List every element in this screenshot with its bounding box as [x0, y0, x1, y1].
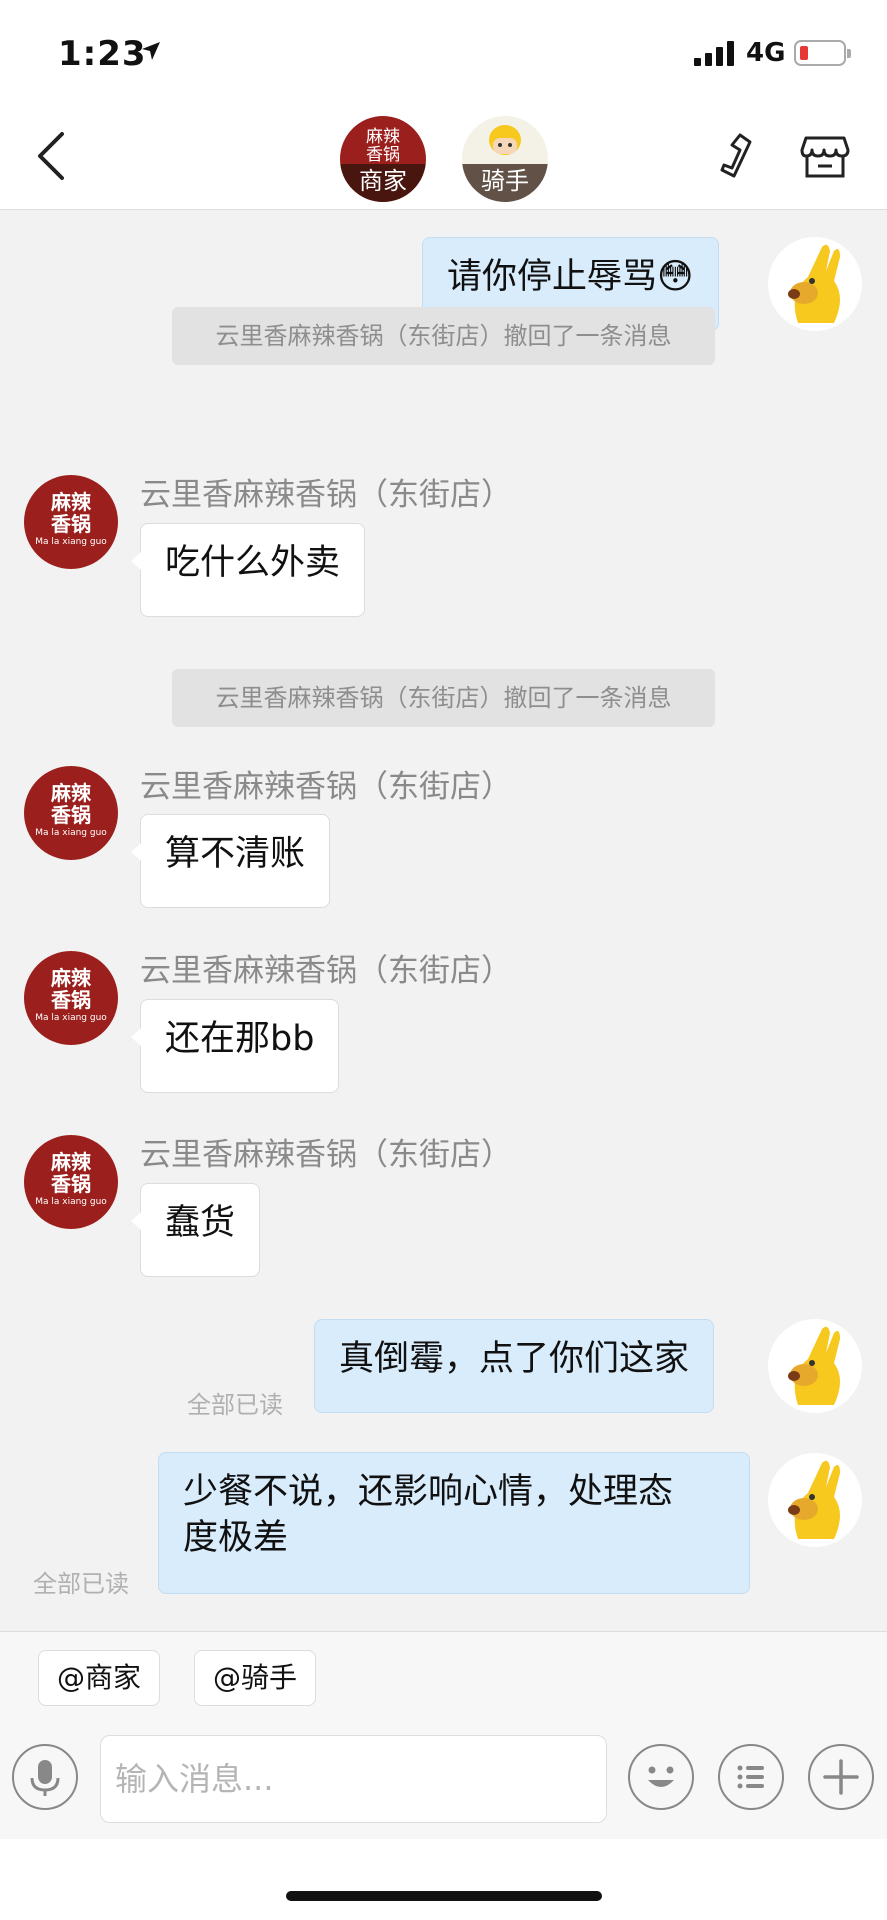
merchant-avatar-pinyin: Ma la xiang guo [35, 1197, 107, 1207]
merchant-message-bubble[interactable]: 吃什么外卖 [130, 523, 366, 617]
list-icon [737, 1765, 764, 1789]
user-avatar[interactable] [768, 237, 862, 331]
user-avatar[interactable] [768, 1319, 862, 1413]
network-label: 4G [746, 38, 786, 68]
merchant-avatar-pinyin: Ma la xiang guo [35, 828, 107, 838]
mention-merchant-button[interactable]: @商家 [38, 1650, 161, 1706]
user-avatar[interactable] [768, 1453, 862, 1547]
merchant-message-bubble[interactable]: 还在那bb [130, 999, 340, 1093]
back-arrow-icon[interactable] [30, 128, 80, 184]
plus-icon [823, 1759, 859, 1795]
rider-helmet-icon [489, 125, 521, 155]
phone-icon[interactable] [710, 132, 754, 182]
home-indicator-area [0, 1839, 887, 1920]
battery-icon [794, 40, 851, 66]
chat-area[interactable]: 请你停止辱骂😳 全部已读 云里香麻辣香锅（东街店）撤回了一条消息 麻辣香锅 Ma… [0, 211, 887, 1631]
merchant-avatar-pinyin: Ma la xiang guo [35, 1013, 107, 1023]
merchant-avatar[interactable]: 麻辣 香锅 Ma la xiang guo [24, 1135, 118, 1229]
microphone-icon [30, 1760, 60, 1796]
recall-notice: 云里香麻辣香锅（东街店）撤回了一条消息 [172, 669, 715, 727]
merchant-tab-label: 商家 [340, 164, 426, 202]
merchant-avatar[interactable]: 麻辣 香锅 Ma la xiang guo [24, 951, 118, 1045]
rider-avatar-tab[interactable]: 骑手 [462, 116, 548, 202]
merchant-message-bubble[interactable]: 算不清账 [130, 814, 331, 908]
mention-rider-button[interactable]: @骑手 [194, 1650, 317, 1706]
merchant-avatar-zh: 麻辣 香锅 [51, 966, 91, 1012]
home-indicator[interactable] [286, 1891, 602, 1901]
merchant-avatar-zh: 麻辣 香锅 [51, 1150, 91, 1196]
my-message-bubble[interactable]: 真倒霉，点了你们这家 [314, 1319, 715, 1413]
smiley-icon [648, 1766, 674, 1787]
more-button[interactable] [808, 1744, 874, 1810]
message-input[interactable]: 输入消息... [100, 1735, 607, 1823]
sender-name: 云里香麻辣香锅（东街店） [140, 1137, 512, 1173]
status-time: 1:23 [58, 34, 147, 74]
quick-reply-button[interactable] [718, 1744, 784, 1810]
message-line: 少餐不说，还影响心情，处理态 [183, 1472, 674, 1512]
rider-tab-label: 骑手 [462, 164, 548, 202]
message-line: 度极差 [183, 1518, 289, 1558]
kangaroo-avatar-icon [788, 1460, 840, 1539]
sender-name: 云里香麻辣香锅（东街店） [140, 477, 512, 513]
status-bar: 1:23 4G [0, 0, 887, 104]
read-status: 全部已读 [187, 1391, 283, 1419]
input-panel: @商家 @骑手 输入消息... [0, 1631, 887, 1839]
signal-icon [694, 40, 734, 66]
my-message-bubble[interactable]: 少餐不说，还影响心情，处理态 度极差 [158, 1452, 750, 1594]
kangaroo-avatar-icon [788, 244, 840, 323]
nav-bar: 麻辣 香锅 商家 骑手 [0, 104, 887, 210]
merchant-avatar-zh: 麻辣 香锅 [51, 781, 91, 827]
merchant-avatar-pinyin: Ma la xiang guo [35, 537, 107, 547]
recall-notice: 云里香麻辣香锅（东街店）撤回了一条消息 [172, 307, 715, 365]
sender-name: 云里香麻辣香锅（东街店） [140, 953, 512, 989]
read-status: 全部已读 [33, 1570, 129, 1598]
merchant-avatar-tab[interactable]: 麻辣 香锅 商家 [340, 116, 426, 202]
merchant-avatar[interactable]: 麻辣 香锅 Ma la xiang guo [24, 766, 118, 860]
voice-button[interactable] [12, 1744, 78, 1810]
merchant-message-bubble[interactable]: 蠢货 [130, 1183, 261, 1277]
merchant-avatar-zh: 麻辣 香锅 [51, 490, 91, 536]
merchant-avatar[interactable]: 麻辣 香锅 Ma la xiang guo [24, 475, 118, 569]
location-arrow-icon [142, 42, 160, 60]
emoji-button[interactable] [628, 1744, 694, 1810]
kangaroo-avatar-icon [788, 1326, 840, 1405]
store-icon[interactable] [800, 134, 850, 180]
merchant-avatar-logo-text: 麻辣 香锅 [366, 127, 400, 165]
sender-name: 云里香麻辣香锅（东街店） [140, 769, 512, 805]
